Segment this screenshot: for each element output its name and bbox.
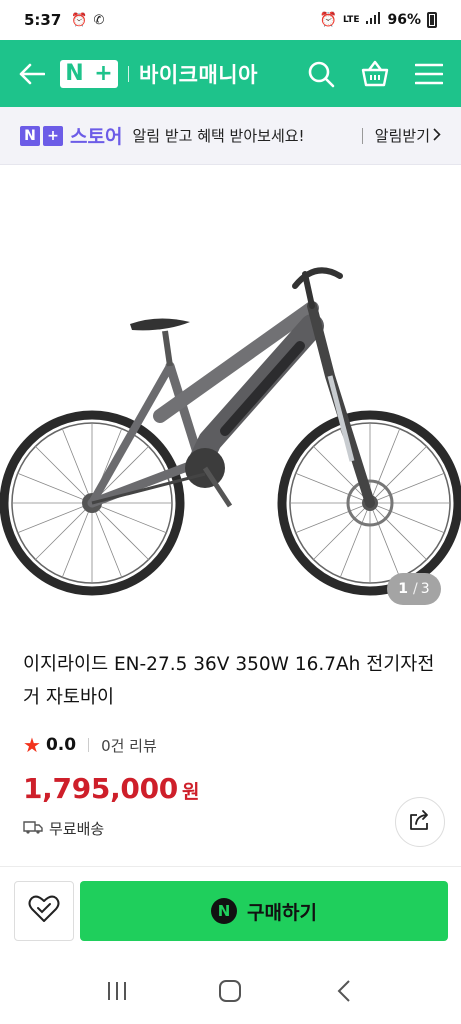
share-button[interactable] (395, 797, 445, 847)
signal-icon (365, 11, 381, 29)
product-image-gallery[interactable]: 1 / 3 (0, 166, 461, 622)
store-label: 스토어 (70, 126, 123, 148)
store-name[interactable]: 바이크매니아 (139, 59, 258, 89)
star-icon: ★ (23, 733, 41, 757)
image-separator: / (413, 581, 418, 597)
share-icon (408, 809, 432, 835)
image-counter: 1 / 3 (387, 573, 441, 605)
plus-box: + (43, 125, 63, 146)
chevron-right-icon (433, 127, 441, 145)
buy-button-label: 구매하기 (247, 901, 317, 924)
back-nav-icon[interactable] (324, 971, 364, 1011)
battery-percent: 96% (387, 12, 421, 28)
rating-score: 0.0 (45, 735, 77, 755)
shopping-basket-icon[interactable] (357, 56, 393, 92)
image-total: 3 (420, 581, 430, 597)
naver-pay-icon: N (211, 898, 238, 924)
home-icon[interactable] (210, 971, 250, 1011)
product-title: 이지라이드 EN-27.5 36V 350W 16.7Ah 전기자전거 자토바이 (23, 654, 435, 708)
notification-banner[interactable]: N + 스토어 알림 받고 혜택 받아보세요! 알림받기 (0, 107, 461, 165)
purchase-bar: N 구매하기 (0, 866, 461, 958)
battery-icon (427, 12, 437, 28)
call-icon: ✆ (93, 12, 105, 28)
price: 1,795,000 원 (23, 772, 199, 805)
rating-divider (88, 738, 90, 752)
store-header: N + 바이크매니아 (0, 40, 461, 107)
shipping-info: 무료배송 (23, 818, 104, 839)
naver-store-logo: N + 스토어 (20, 122, 122, 149)
delivery-truck-icon (23, 820, 43, 838)
shipping-label: 무료배송 (49, 820, 105, 838)
naver-plus-logo[interactable]: N + (60, 59, 118, 88)
review-count[interactable]: 0건 리뷰 (101, 735, 157, 756)
buy-button[interactable]: N 구매하기 (80, 881, 448, 941)
system-navigation-bar (0, 958, 461, 1024)
notification-link-label: 알림받기 (374, 127, 430, 145)
banner-message: 알림 받고 혜택 받아보세요! (132, 127, 305, 145)
status-notification-icons: ⏰ ✆ (71, 13, 104, 28)
n-box: N (20, 125, 40, 146)
status-bar: 5:37 ⏰ ✆ ⏰ LTE 96% (0, 0, 461, 40)
banner-divider (361, 127, 363, 144)
back-arrow-icon[interactable] (14, 56, 50, 92)
image-current: 1 (398, 581, 409, 597)
bicycle-image (0, 267, 461, 596)
alarm-clock-icon: ⏰ (319, 12, 337, 28)
wishlist-button[interactable] (14, 881, 74, 941)
status-right: ⏰ LTE 96% (319, 11, 437, 29)
n-letter: N (65, 61, 84, 86)
bike-frame (87, 267, 375, 508)
status-time: 5:37 (24, 11, 62, 29)
lte-label: LTE (342, 15, 360, 25)
header-divider (128, 65, 129, 82)
search-icon[interactable] (303, 56, 339, 92)
rating-row[interactable]: ★ 0.0 0건 리뷰 (23, 733, 157, 757)
notification-link[interactable]: 알림받기 (375, 125, 441, 146)
recent-apps-icon[interactable] (97, 971, 137, 1011)
plus-icon: + (94, 61, 113, 86)
menu-icon[interactable] (411, 56, 447, 92)
heart-icon (28, 895, 60, 927)
alarm-icon: ⏰ (71, 12, 88, 28)
price-currency: 원 (181, 781, 200, 803)
price-amount: 1,795,000 (23, 772, 178, 805)
